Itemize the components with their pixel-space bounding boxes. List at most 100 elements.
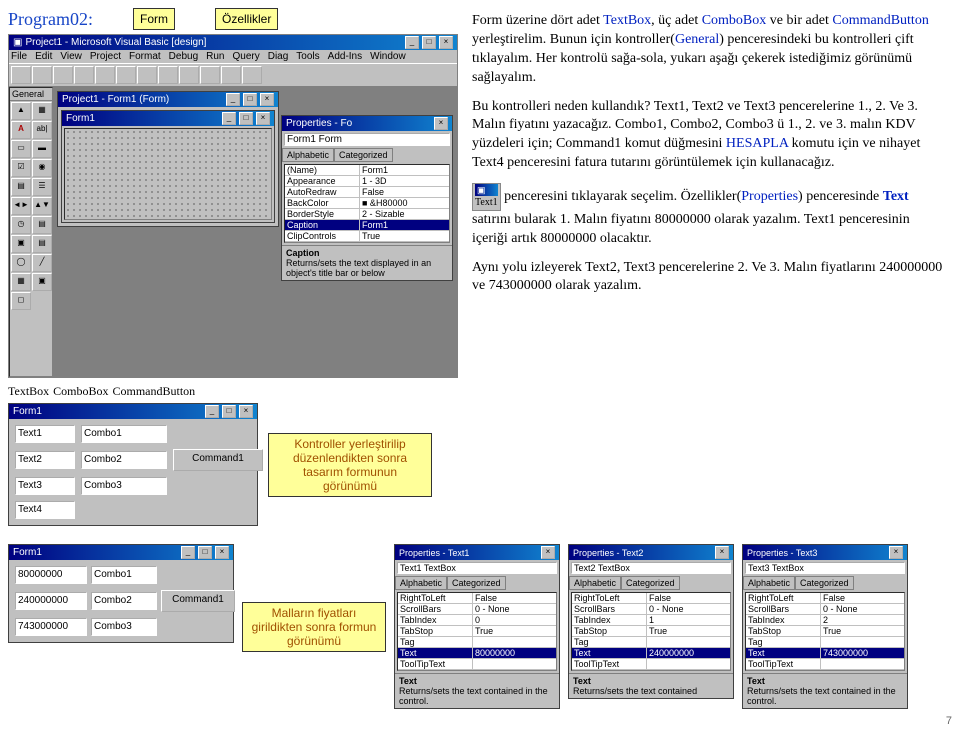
tool-pointer-icon[interactable]: ▲ (11, 102, 31, 120)
text1-field[interactable]: Text1 (15, 425, 75, 443)
tool-timer-icon[interactable]: ◷ (11, 216, 31, 234)
prop-val[interactable]: 0 - None (647, 604, 730, 614)
prop-val[interactable]: False (821, 593, 904, 603)
prop-val[interactable] (821, 659, 904, 669)
menu-tools[interactable]: Tools (296, 51, 319, 62)
text2-value[interactable]: 240000000 (15, 592, 87, 610)
prop-val[interactable] (821, 637, 904, 647)
close-button[interactable]: × (434, 117, 448, 130)
menu-file[interactable]: File (11, 51, 27, 62)
tab-alphabetic[interactable]: Alphabetic (282, 148, 334, 162)
combo3-field[interactable]: Combo3 (81, 477, 167, 495)
tool-frame-icon[interactable]: ▭ (11, 140, 31, 158)
tool-icon[interactable] (137, 66, 157, 84)
combo3-field[interactable]: Combo3 (91, 618, 157, 636)
menu-debug[interactable]: Debug (169, 51, 198, 62)
combo1-field[interactable]: Combo1 (81, 425, 167, 443)
prop-val[interactable]: False (473, 593, 556, 603)
combo2-field[interactable]: Combo2 (81, 451, 167, 469)
minimize-button[interactable]: _ (205, 405, 219, 418)
prop-val[interactable]: False (647, 593, 730, 603)
maximize-button[interactable]: □ (422, 36, 436, 49)
maximize-button[interactable]: □ (243, 93, 257, 106)
tool-filelist-icon[interactable]: ▤ (32, 235, 52, 253)
prop-val[interactable]: Form1 (360, 220, 449, 230)
tool-checkbox-icon[interactable]: ☑ (11, 159, 31, 177)
prop-val[interactable]: 240000000 (647, 648, 730, 658)
prop-val[interactable]: 2 (821, 615, 904, 625)
tab-alphabetic[interactable]: Alphabetic (395, 576, 447, 590)
prop-val[interactable]: True (360, 231, 449, 241)
prop-val[interactable] (647, 637, 730, 647)
prop-val[interactable]: 743000000 (821, 648, 904, 658)
tool-dirlist-icon[interactable]: ▣ (11, 235, 31, 253)
close-button[interactable]: × (439, 36, 453, 49)
prop-val[interactable]: Form1 (360, 165, 449, 175)
close-button[interactable]: × (215, 546, 229, 559)
text3-value[interactable]: 743000000 (15, 618, 87, 636)
command1-button[interactable]: Command1 (173, 449, 263, 471)
tab-alphabetic[interactable]: Alphabetic (743, 576, 795, 590)
tool-icon[interactable] (95, 66, 115, 84)
maximize-button[interactable]: □ (239, 112, 253, 125)
prop-val[interactable]: False (360, 187, 449, 197)
menu-project[interactable]: Project (90, 51, 121, 62)
prop-combo[interactable]: Text1 TextBox (397, 562, 557, 574)
menu-diag[interactable]: Diag (268, 51, 289, 62)
prop-val[interactable]: 0 - None (821, 604, 904, 614)
tool-combobox-icon[interactable]: ▤ (11, 178, 31, 196)
prop-val[interactable]: 2 - Sizable (360, 209, 449, 219)
prop-val[interactable]: ■ &H80000 (360, 198, 449, 208)
minimize-button[interactable]: _ (222, 112, 236, 125)
maximize-button[interactable]: □ (198, 546, 212, 559)
prop-val[interactable] (647, 659, 730, 669)
prop-combo[interactable]: Text2 TextBox (571, 562, 731, 574)
prop-val[interactable]: True (647, 626, 730, 636)
minimize-button[interactable]: _ (405, 36, 419, 49)
prop-val[interactable]: True (473, 626, 556, 636)
tool-vscroll-icon[interactable]: ▲▼ (32, 197, 52, 215)
text1-value[interactable]: 80000000 (15, 566, 87, 584)
combo2-field[interactable]: Combo2 (91, 592, 157, 610)
tab-alphabetic[interactable]: Alphabetic (569, 576, 621, 590)
tool-line-icon[interactable]: ╱ (32, 254, 52, 272)
text2-field[interactable]: Text2 (15, 451, 75, 469)
tool-shape-icon[interactable]: ◯ (11, 254, 31, 272)
minimize-button[interactable]: _ (226, 93, 240, 106)
tab-categorized[interactable]: Categorized (334, 148, 393, 162)
tool-option-icon[interactable]: ◉ (32, 159, 52, 177)
properties-list[interactable]: (Name)Form1 Appearance1 - 3D AutoRedrawF… (284, 164, 450, 243)
menu-query[interactable]: Query (232, 51, 259, 62)
tool-icon[interactable] (221, 66, 241, 84)
tool-icon[interactable] (53, 66, 73, 84)
menu-run[interactable]: Run (206, 51, 224, 62)
tool-icon[interactable] (242, 66, 262, 84)
tool-icon[interactable] (32, 66, 52, 84)
tool-listbox-icon[interactable]: ☰ (32, 178, 52, 196)
prop-val[interactable] (473, 637, 556, 647)
close-button[interactable]: × (239, 405, 253, 418)
tab-categorized[interactable]: Categorized (621, 576, 680, 590)
tool-ole-icon[interactable]: ◻ (11, 292, 31, 310)
tool-icon[interactable] (200, 66, 220, 84)
menu-addins[interactable]: Add-Ins (328, 51, 362, 62)
tool-image-icon[interactable]: ▦ (11, 273, 31, 291)
tool-icon[interactable] (158, 66, 178, 84)
prop-val[interactable]: 0 (473, 615, 556, 625)
menu-window[interactable]: Window (370, 51, 406, 62)
tool-textbox-icon[interactable]: ab| (32, 121, 52, 139)
menu-format[interactable]: Format (129, 51, 161, 62)
tool-data-icon[interactable]: ▣ (32, 273, 52, 291)
combo1-field[interactable]: Combo1 (91, 566, 157, 584)
prop-val[interactable]: True (821, 626, 904, 636)
menu-view[interactable]: View (60, 51, 82, 62)
tool-icon[interactable] (179, 66, 199, 84)
text4-field[interactable]: Text4 (15, 501, 75, 519)
prop-val[interactable]: 0 - None (473, 604, 556, 614)
tool-drive-icon[interactable]: ▤ (32, 216, 52, 234)
tool-icon[interactable] (116, 66, 136, 84)
tool-icon[interactable] (74, 66, 94, 84)
tool-icon[interactable] (11, 66, 31, 84)
maximize-button[interactable]: □ (222, 405, 236, 418)
prop-val[interactable] (473, 659, 556, 669)
